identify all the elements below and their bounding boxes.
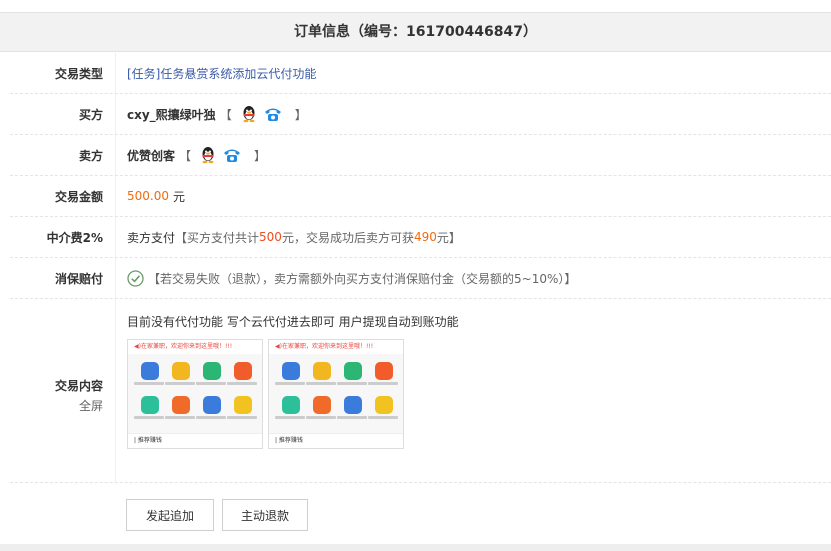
seller-name: 优赞创客 xyxy=(127,148,176,163)
phone-icon[interactable] xyxy=(263,105,283,123)
bottom-divider xyxy=(0,544,831,551)
thumbnail-banner: ◀)在家兼职，欢迎你来到这里哦！!!! xyxy=(269,340,403,354)
thumbnail-banner: ◀)在家兼职，欢迎你来到这里哦！!!! xyxy=(128,340,262,354)
add-payment-button[interactable]: 发起追加 xyxy=(126,499,214,531)
seller-bracket-open: 【 xyxy=(179,148,192,163)
seller-bracket-close: 】 xyxy=(254,148,267,163)
fee-label: 中介费2% xyxy=(10,217,116,257)
guarantee-text: 【若交易失败（退款），卖方需额外向买方支付消保赔付金（交易额的5~10%）】 xyxy=(148,271,577,286)
guarantee-label: 消保赔付 xyxy=(10,258,116,298)
buyer-name: cxy_熙攘绿叶独 xyxy=(127,107,216,122)
amount-unit: 元 xyxy=(173,189,186,204)
refund-button[interactable]: 主动退款 xyxy=(222,499,308,531)
buyer-bracket-open: 【 xyxy=(219,107,232,122)
row-buyer: 买方 cxy_熙攘绿叶独 【 】 xyxy=(10,94,831,135)
row-content: 交易内容 全屏 目前没有代付功能 写个云代付进去即可 用户提现自动到账功能 ◀)… xyxy=(10,299,831,483)
order-info-header: 订单信息（编号：161700446847） xyxy=(0,12,831,52)
amount-label: 交易金额 xyxy=(10,176,116,216)
thumbnail-footer: | 推荐赚钱 xyxy=(128,433,262,448)
trade-type-link[interactable]: [任务]任务悬赏系统添加云代付功能 xyxy=(127,65,316,82)
screenshot-thumbnail[interactable]: ◀)在家兼职，欢迎你来到这里哦！!!! | 推荐赚钱 xyxy=(268,339,404,449)
qq-penguin-icon[interactable] xyxy=(199,146,217,164)
fee-total: 500 xyxy=(259,230,282,244)
seller-label: 卖方 xyxy=(10,135,116,175)
thumbnail-footer: | 推荐赚钱 xyxy=(269,433,403,448)
buyer-bracket-close: 】 xyxy=(294,107,307,122)
row-fee: 中介费2% 卖方支付 【买方支付共计 500 元，交易成功后卖方可获 490 元】 xyxy=(10,217,831,258)
row-amount: 交易金额 500.00 元 xyxy=(10,176,831,217)
order-title: 订单信息（编号：161700446847） xyxy=(294,24,537,40)
row-seller: 卖方 优赞创客 【 】 xyxy=(10,135,831,176)
check-circle-icon xyxy=(127,269,144,287)
fee-note-prefix: 【买方支付共计 xyxy=(175,230,260,245)
fee-note-suffix: 元】 xyxy=(436,230,461,245)
fee-note-middle: 元，交易成功后卖方可获 xyxy=(281,230,414,245)
fullscreen-link[interactable]: 全屏 xyxy=(10,396,103,416)
row-trade-type: 交易类型 [任务]任务悬赏系统添加云代付功能 xyxy=(10,53,831,94)
content-text: 目前没有代付功能 写个云代付进去即可 用户提现自动到账功能 xyxy=(127,315,459,329)
trade-type-label: 交易类型 xyxy=(10,53,116,93)
buyer-label: 买方 xyxy=(10,94,116,134)
qq-penguin-icon[interactable] xyxy=(240,105,258,123)
screenshot-thumbnail[interactable]: ◀)在家兼职，欢迎你来到这里哦！!!! | 推荐赚钱 xyxy=(127,339,263,449)
phone-icon[interactable] xyxy=(222,146,242,164)
amount-value: 500.00 xyxy=(127,189,169,203)
fee-net: 490 xyxy=(413,230,437,244)
fee-payer: 卖方支付 xyxy=(127,230,176,245)
content-label: 交易内容 xyxy=(54,379,103,393)
row-guarantee: 消保赔付 【若交易失败（退款），卖方需额外向买方支付消保赔付金（交易额的5~10… xyxy=(10,258,831,299)
